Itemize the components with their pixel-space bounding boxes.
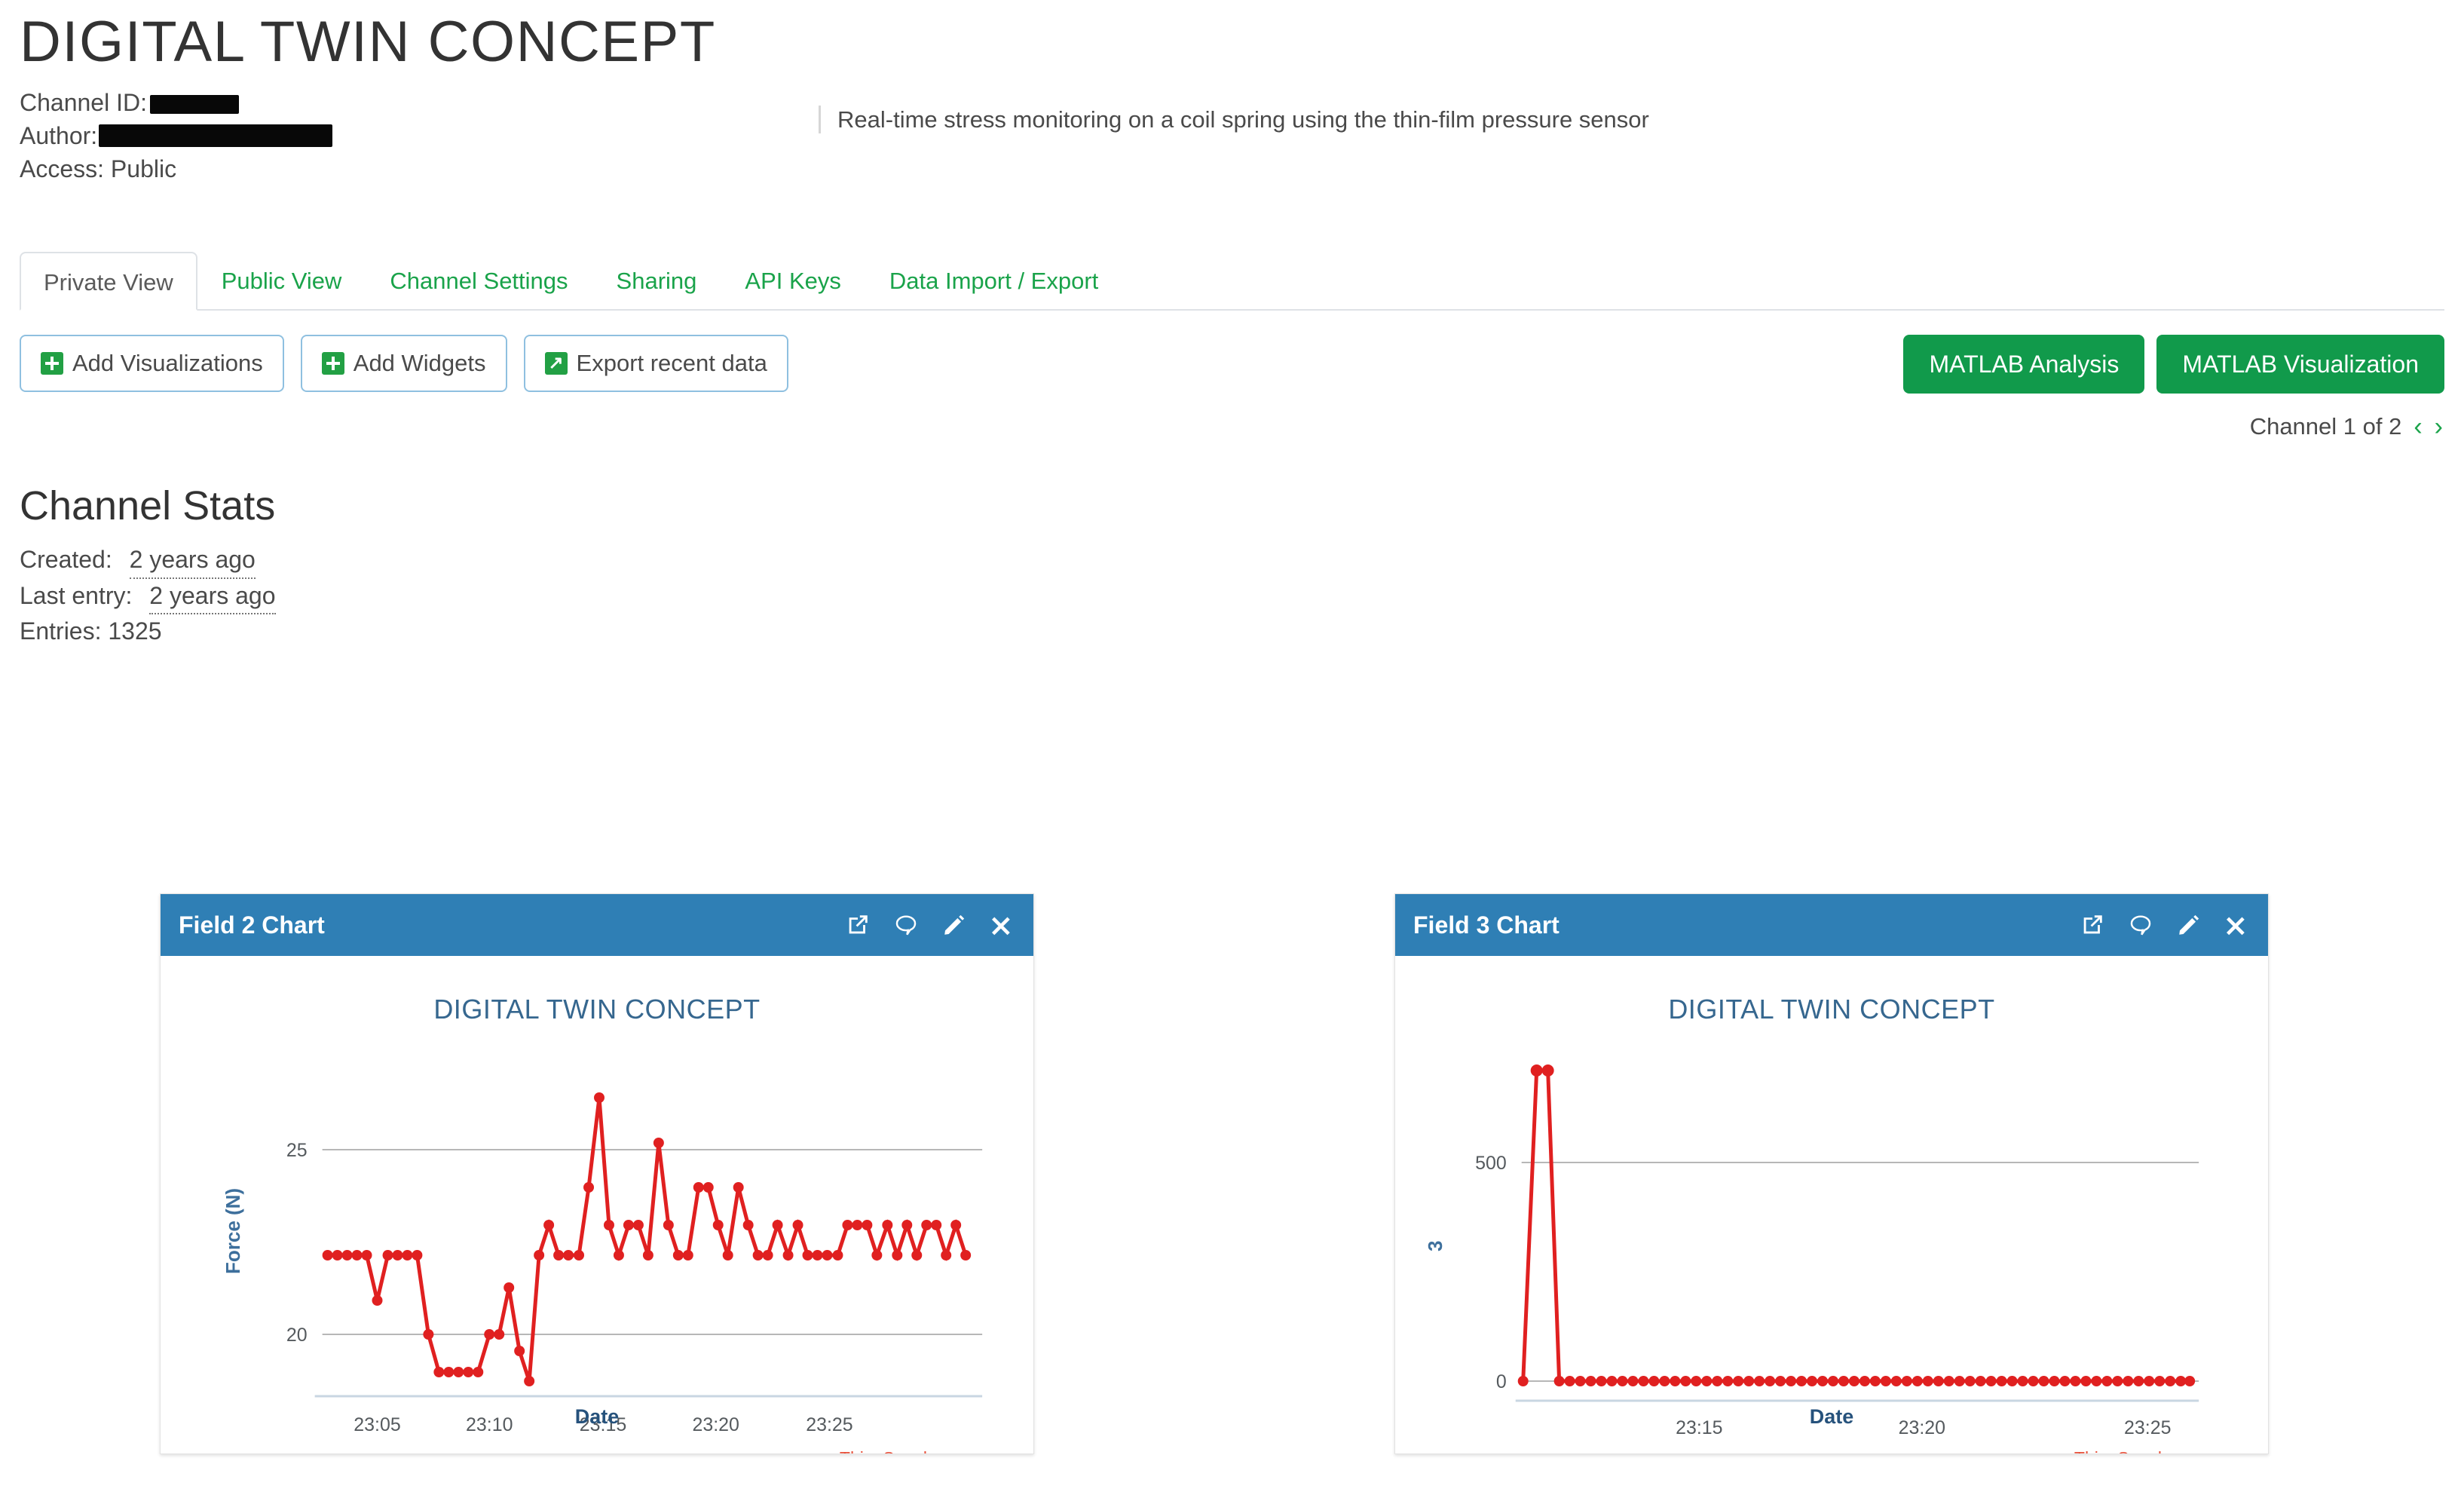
channel-id-redacted [150, 95, 239, 114]
pencil-icon[interactable] [2176, 912, 2202, 938]
channel-stats-title: Channel Stats [20, 486, 2444, 526]
access-label: Access: [20, 155, 104, 182]
field-3-ylabel: 3 [1424, 1241, 1446, 1251]
field-2-chart-title: DIGITAL TWIN CONCEPT [161, 956, 1033, 1025]
channel-description: Real-time stress monitoring on a coil sp… [837, 106, 1649, 133]
field-3-series-markers [1518, 1064, 2195, 1386]
export-arrow-icon [545, 352, 568, 375]
channel-id-label: Channel ID: [20, 89, 147, 116]
access-line: Access: Public [20, 152, 819, 185]
matlab-button-group: MATLAB Analysis MATLAB Visualization [1891, 335, 2444, 394]
external-link-icon[interactable] [845, 912, 871, 938]
chevron-left-icon[interactable]: ‹ [2413, 414, 2422, 440]
plus-icon [41, 352, 63, 375]
field-2-plot: 25 20 Force (N) 23:05 23:10 23:15 23:20 … [161, 1025, 1033, 1447]
author-redacted [99, 124, 332, 147]
field-2-xaxis-title: Date [575, 1405, 619, 1428]
channel-meta-row: Channel ID: Author: Access: Public Real-… [20, 86, 2464, 185]
svg-text:23:05: 23:05 [354, 1414, 400, 1435]
add-widgets-button[interactable]: Add Widgets [301, 335, 507, 392]
chevron-right-icon[interactable]: › [2435, 414, 2443, 440]
field-2-gridlines [315, 1150, 982, 1396]
plus-icon [322, 352, 344, 375]
channel-meta-left: Channel ID: Author: Access: Public [20, 86, 819, 185]
author-line: Author: [20, 119, 819, 152]
close-icon[interactable] [2224, 912, 2247, 938]
field-2-panel-header: Field 2 Chart [161, 894, 1033, 956]
channel-id-line: Channel ID: [20, 86, 819, 119]
field-3-brand: ThingSpeak.com [2074, 1448, 2204, 1453]
comment-icon[interactable] [2128, 912, 2153, 938]
access-value: Public [111, 155, 176, 182]
export-recent-data-label: Export recent data [577, 350, 767, 377]
field-2-panel-title: Field 2 Chart [179, 911, 845, 939]
field-3-xaxis-title: Date [1810, 1405, 1853, 1428]
field-2-panel-icon-group [845, 912, 1012, 938]
add-visualizations-label: Add Visualizations [72, 350, 263, 377]
pencil-icon[interactable] [941, 912, 967, 938]
channel-pager: Channel 1 of 2 ‹ › [2250, 413, 2443, 440]
channel-pager-label: Channel 1 of 2 [2250, 413, 2402, 440]
add-widgets-label: Add Widgets [354, 350, 486, 377]
page-title: DIGITAL TWIN CONCEPT [20, 14, 2464, 71]
svg-text:23:20: 23:20 [693, 1414, 739, 1435]
field-2-ytick-20: 20 [286, 1325, 308, 1346]
action-toolbar: Add Visualizations Add Widgets Export re… [20, 335, 2444, 398]
svg-text:23:20: 23:20 [1899, 1417, 1945, 1438]
visualization-panels: Field 2 Chart DIGITAL TWIN CONCE [0, 893, 2464, 1454]
author-label: Author: [20, 122, 97, 149]
field-3-panel-title: Field 3 Chart [1413, 911, 2080, 939]
svg-text:23:25: 23:25 [806, 1414, 852, 1435]
comment-icon[interactable] [893, 912, 919, 938]
field-3-panel-body: DIGITAL TWIN CONCEPT 500 0 3 23:15 23:20… [1395, 956, 2268, 1453]
channel-tabs: Private View Public View Channel Setting… [20, 250, 2444, 311]
field-3-panel-icon-group [2080, 912, 2247, 938]
field-3-ytick-500: 500 [1475, 1153, 1507, 1174]
channel-stats-section: Channel Stats Created: 2 years ago Last … [20, 486, 2444, 648]
svg-text:23:10: 23:10 [466, 1414, 513, 1435]
created-value: 2 years ago [130, 543, 256, 578]
field-2-ylabel: Force (N) [222, 1188, 244, 1274]
field-3-panel-header: Field 3 Chart [1395, 894, 2268, 956]
page-header: DIGITAL TWIN CONCEPT Channel ID: Author:… [0, 0, 2464, 185]
tab-data-import-export[interactable]: Data Import / Export [865, 250, 1122, 309]
last-entry-value: 2 years ago [149, 579, 275, 614]
created-label: Created: [20, 543, 112, 577]
created-row: Created: 2 years ago [20, 543, 2444, 578]
tab-public-view[interactable]: Public View [197, 250, 366, 309]
field-2-panel-body: DIGITAL TWIN CONCEPT 25 20 Force (N) 23:… [161, 956, 1033, 1453]
tab-api-keys[interactable]: API Keys [721, 250, 865, 309]
field-2-ytick-25: 25 [286, 1140, 308, 1161]
matlab-analysis-button[interactable]: MATLAB Analysis [1903, 335, 2144, 394]
svg-text:23:15: 23:15 [1676, 1417, 1722, 1438]
field-3-plot: 500 0 3 23:15 23:20 23:25 [1395, 1025, 2268, 1447]
channel-description-block: Real-time stress monitoring on a coil sp… [819, 106, 1649, 133]
add-visualizations-button[interactable]: Add Visualizations [20, 335, 284, 392]
field-3-series-line [1523, 1071, 2190, 1381]
export-recent-data-button[interactable]: Export recent data [524, 335, 788, 392]
tab-sharing[interactable]: Sharing [592, 250, 721, 309]
field-3-gridlines [1516, 1162, 2199, 1401]
external-link-icon[interactable] [2080, 912, 2105, 938]
field-3-ytick-0: 0 [1496, 1371, 1507, 1392]
last-entry-label: Last entry: [20, 579, 132, 613]
field-2-footer: Date ThingSpeak.com [161, 1395, 1033, 1453]
last-entry-row: Last entry: 2 years ago [20, 579, 2444, 614]
entries-row: Entries: 1325 [20, 614, 2444, 648]
matlab-visualization-button[interactable]: MATLAB Visualization [2156, 335, 2444, 394]
field-2-brand: ThingSpeak.com [840, 1448, 969, 1453]
close-icon[interactable] [990, 912, 1012, 938]
tab-private-view[interactable]: Private View [20, 252, 197, 311]
field-3-chart-panel: Field 3 Chart DIGITAL TWIN CONCE [1394, 893, 2269, 1454]
field-2-chart-panel: Field 2 Chart DIGITAL TWIN CONCE [160, 893, 1034, 1454]
tab-channel-settings[interactable]: Channel Settings [366, 250, 592, 309]
field-2-series-line [328, 1098, 966, 1381]
field-3-chart-title: DIGITAL TWIN CONCEPT [1395, 956, 2268, 1025]
svg-text:23:25: 23:25 [2124, 1417, 2171, 1438]
